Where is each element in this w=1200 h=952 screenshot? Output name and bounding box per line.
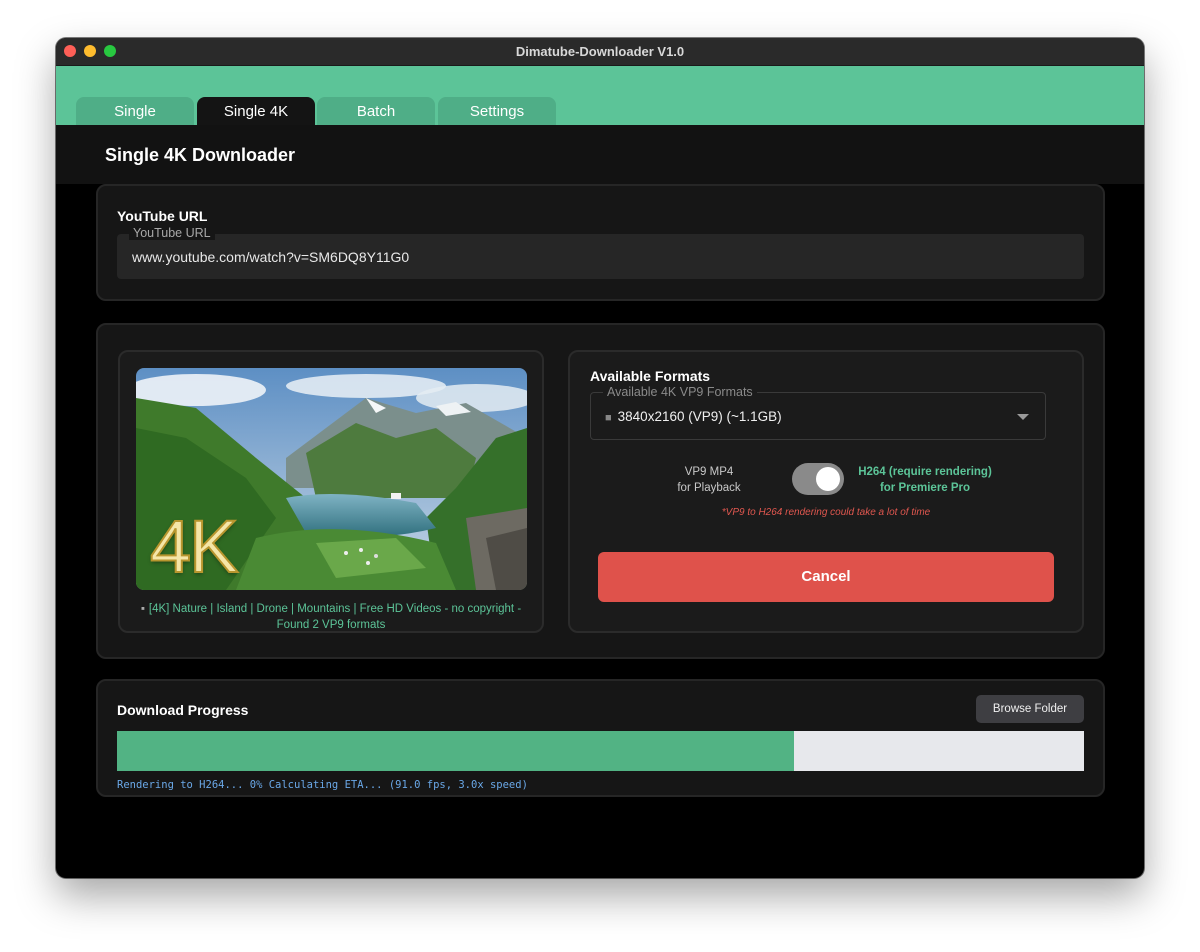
url-value[interactable]: www.youtube.com/watch?v=SM6DQ8Y11G0: [132, 249, 409, 265]
url-card: YouTube URL YouTube URL www.youtube.com/…: [96, 184, 1105, 301]
vp9-option-label: VP9 MP4 for Playback: [662, 464, 756, 496]
video-title: [4K] Nature | Island | Drone | Mountains…: [148, 603, 522, 615]
tab-bar: Single Single 4K Batch Settings: [56, 66, 1144, 125]
progress-heading: Download Progress: [117, 702, 249, 718]
vp9-option-line2: for Playback: [677, 482, 741, 494]
chevron-down-icon[interactable]: [1017, 414, 1029, 420]
formats-heading: Available Formats: [590, 368, 711, 384]
browse-folder-button[interactable]: Browse Folder: [976, 695, 1084, 723]
main-card: 4K ▪ [4K] Nature | Island | Drone | Mount…: [96, 323, 1105, 659]
tab-batch[interactable]: Batch: [317, 97, 435, 125]
url-field-label: YouTube URL: [129, 226, 215, 240]
format-select-label: Available 4K VP9 Formats: [603, 385, 757, 399]
page-title: Single 4K Downloader: [105, 145, 296, 165]
vp9-option-line1: VP9 MP4: [684, 466, 734, 478]
title-bar: Dimatube-Downloader V1.0: [56, 38, 1144, 66]
video-preview-card: 4K ▪ [4K] Nature | Island | Drone | Mount…: [118, 350, 544, 633]
tab-single-4k[interactable]: Single 4K: [197, 97, 315, 125]
progress-card: Download Progress Browse Folder Renderin…: [96, 679, 1105, 797]
cancel-button[interactable]: Cancel: [598, 552, 1054, 602]
formats-card: Available Formats Available 4K VP9 Forma…: [568, 350, 1084, 633]
h264-option-line1: H264 (require rendering): [858, 466, 992, 478]
toggle-knob[interactable]: [816, 467, 840, 491]
film-icon: ■: [605, 412, 612, 424]
progress-bar-fill: [117, 731, 794, 771]
youtube-url-input[interactable]: YouTube URL www.youtube.com/watch?v=SM6D…: [117, 226, 1084, 279]
selected-format: 3840x2160 (VP9) (~1.1GB): [617, 409, 782, 424]
window-title: Dimatube-Downloader V1.0: [515, 44, 685, 59]
format-toggle[interactable]: [792, 463, 844, 495]
tab-single[interactable]: Single: [76, 97, 194, 125]
tab-settings[interactable]: Settings: [438, 97, 556, 125]
page-header: Single 4K Downloader: [56, 125, 1144, 184]
format-select-value: ■ 3840x2160 (VP9) (~1.1GB): [605, 409, 782, 424]
app-window: Dimatube-Downloader V1.0 Single Single 4…: [56, 38, 1144, 878]
formats-found-status: Found 2 VP9 formats: [276, 619, 386, 631]
clapper-icon: ▪: [140, 603, 145, 615]
progress-status-text: Rendering to H264... 0% Calculating ETA.…: [117, 779, 528, 791]
progress-bar: [117, 731, 1084, 771]
url-heading: YouTube URL: [117, 208, 208, 224]
thumbnail-4k-overlay: 4K: [149, 504, 239, 589]
video-thumbnail: 4K: [136, 368, 527, 590]
format-select[interactable]: Available 4K VP9 Formats ■ 3840x2160 (VP9…: [590, 385, 1046, 440]
h264-option-label: H264 (require rendering) for Premiere Pr…: [850, 464, 1000, 496]
rendering-warning: *VP9 to H264 rendering could take a lot …: [721, 507, 931, 518]
video-caption: ▪ [4K] Nature | Island | Drone | Mountain…: [126, 601, 536, 633]
h264-option-line2: for Premiere Pro: [879, 482, 971, 494]
